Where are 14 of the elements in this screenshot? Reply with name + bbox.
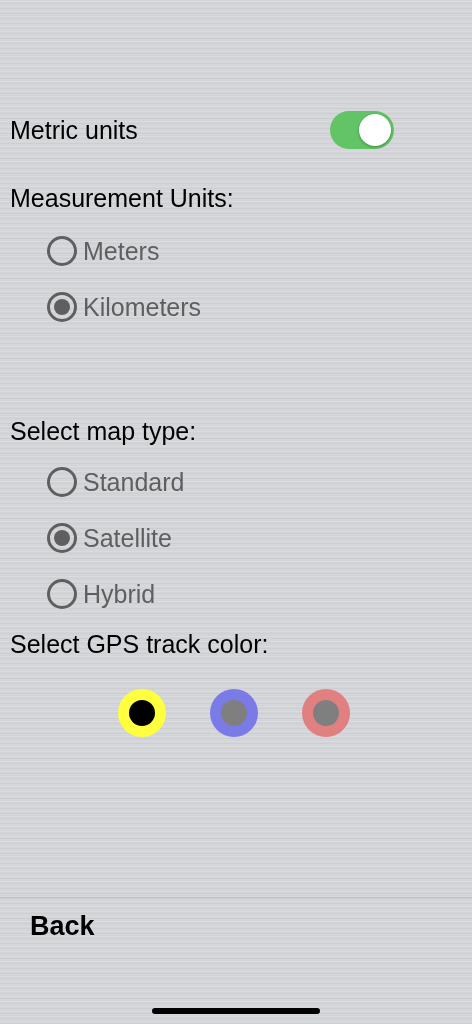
setting-label: Metric units bbox=[10, 115, 138, 145]
radio-option[interactable]: Hybrid bbox=[47, 566, 156, 622]
radio-option[interactable]: Satellite bbox=[47, 510, 172, 566]
radio-option[interactable]: Meters bbox=[47, 223, 160, 279]
section-label: Select map type: bbox=[9, 417, 198, 446]
toggle-switch[interactable] bbox=[330, 111, 394, 149]
back-button[interactable]: Back bbox=[30, 908, 95, 944]
section-label: Select GPS track color: bbox=[9, 630, 270, 659]
radio-option[interactable]: Kilometers bbox=[47, 279, 202, 335]
radio-option[interactable]: Standard bbox=[47, 454, 185, 510]
section-label: Measurement Units: bbox=[9, 184, 235, 213]
color-swatch[interactable] bbox=[210, 689, 258, 737]
color-swatch[interactable] bbox=[118, 689, 166, 737]
color-swatch[interactable] bbox=[302, 689, 350, 737]
